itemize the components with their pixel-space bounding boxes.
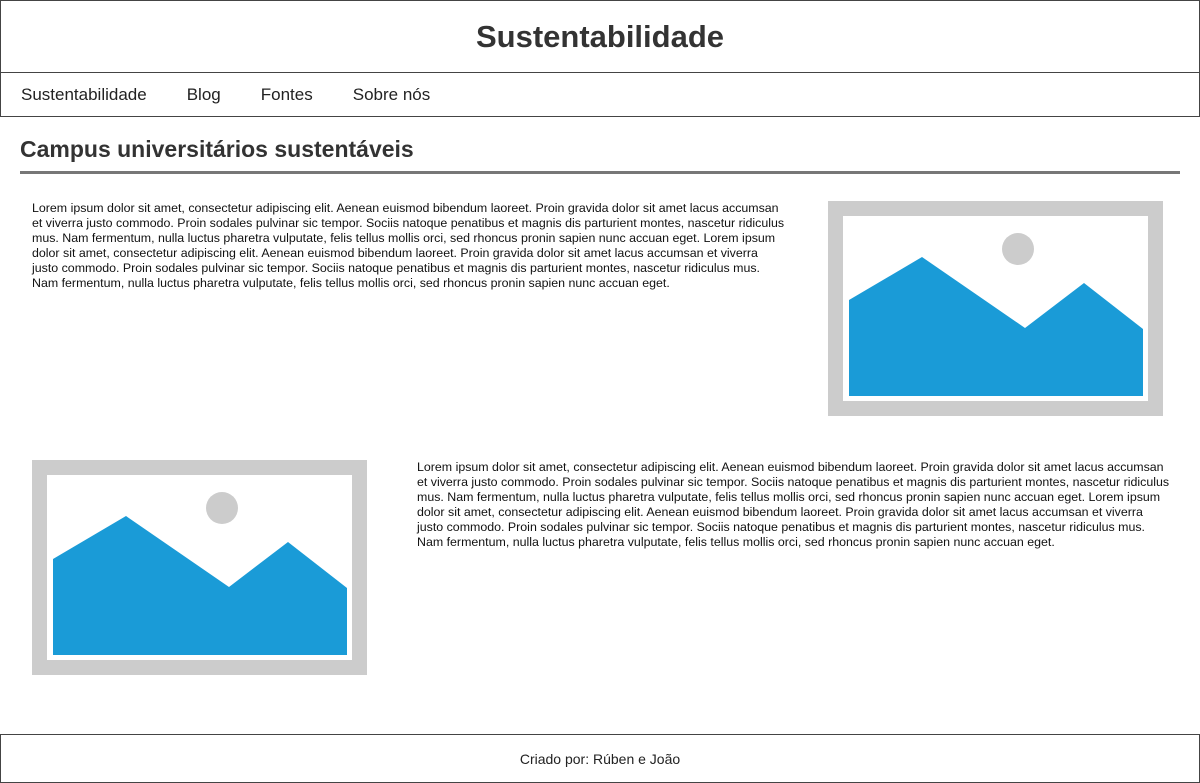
section-1-text: Lorem ipsum dolor sit amet, consectetur … [32,201,785,290]
site-title: Sustentabilidade [475,18,725,54]
section-2-text: Lorem ipsum dolor sit amet, consectetur … [417,460,1170,549]
section-2-image [32,460,367,675]
image-placeholder-icon [32,460,367,675]
nav-item-fontes[interactable]: Fontes [261,85,313,105]
nav-item-sobre-nos[interactable]: Sobre nós [353,85,431,105]
nav-item-blog[interactable]: Blog [187,85,221,105]
title-divider [20,171,1180,174]
nav-item-sustentabilidade[interactable]: Sustentabilidade [21,85,147,105]
site-footer: Criado por: Rúben e João [0,734,1200,783]
page-title: Campus universitários sustentáveis [20,136,414,162]
image-placeholder-icon [828,201,1163,416]
main-nav: Sustentabilidade Blog Fontes Sobre nós [0,72,1200,117]
footer-credit: Criado por: Rúben e João [519,750,681,767]
section-1-image [828,201,1163,416]
site-header: Sustentabilidade [0,0,1200,73]
